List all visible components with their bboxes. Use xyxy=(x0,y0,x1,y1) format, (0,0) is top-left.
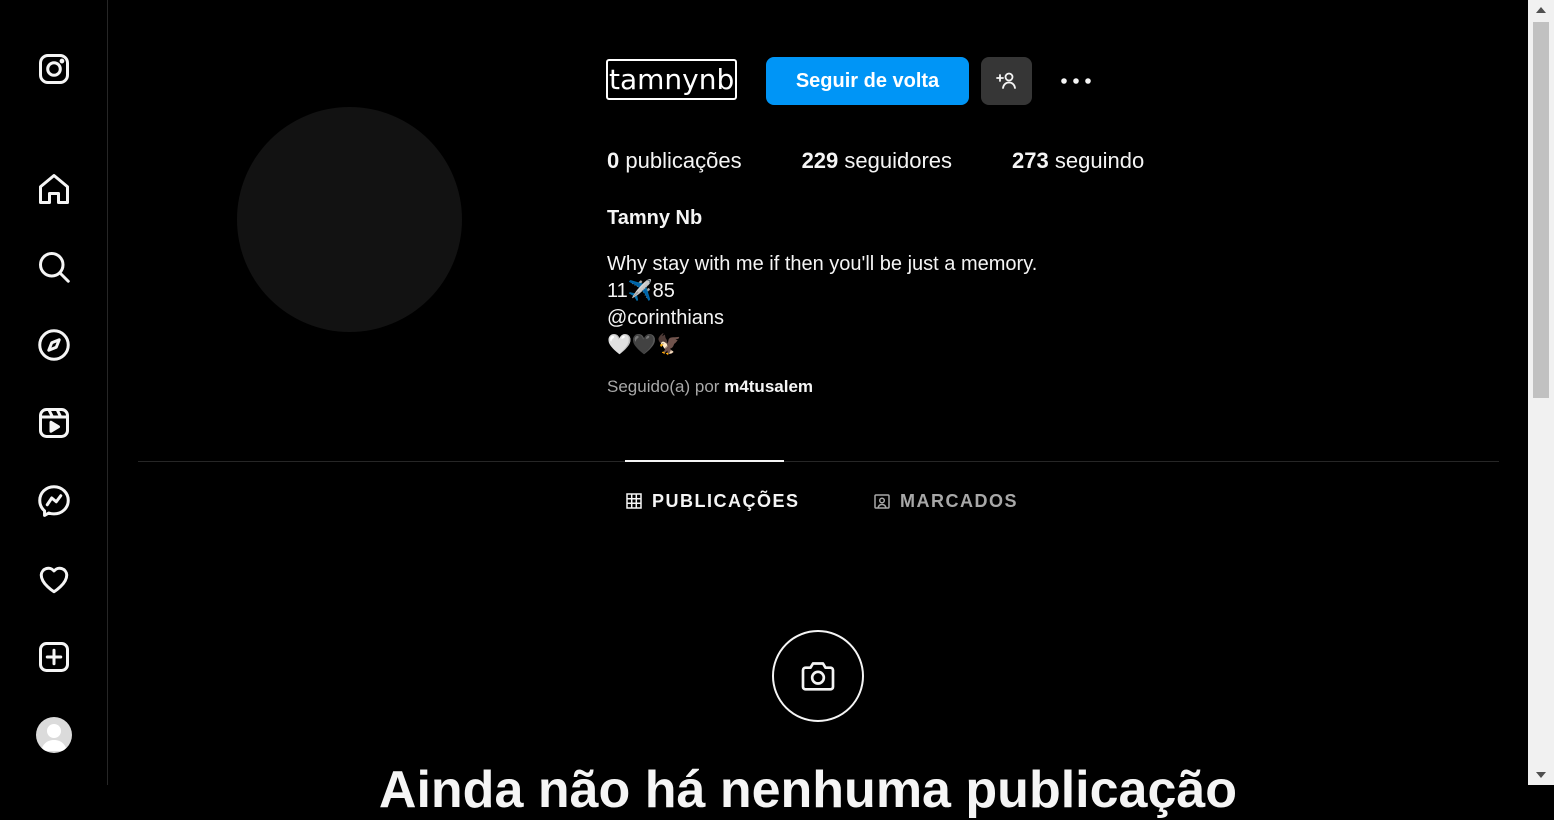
camera-icon xyxy=(801,662,835,691)
profile-username: tamnynb xyxy=(606,59,738,100)
suggest-users-button[interactable] xyxy=(981,57,1032,105)
profile-bio: Why stay with me if then you'll be just … xyxy=(607,251,1037,359)
home-icon[interactable] xyxy=(34,169,74,209)
follow-back-button[interactable]: Seguir de volta xyxy=(766,57,969,105)
followers-label: seguidores xyxy=(844,148,953,173)
tab-tagged-label: MARCADOS xyxy=(900,490,1018,511)
following-label: seguindo xyxy=(1054,148,1145,173)
more-dots-icon xyxy=(1061,78,1091,84)
tabs-divider xyxy=(138,461,1499,462)
tab-posts-label: PUBLICAÇÕES xyxy=(652,490,800,511)
empty-state-title: Ainda não há nenhuma publicação xyxy=(378,761,1238,819)
posts-count: 0 xyxy=(607,148,620,173)
active-tab-indicator xyxy=(625,460,784,462)
profile-picture[interactable] xyxy=(237,107,462,332)
bio-line: 11✈️85 xyxy=(607,280,675,302)
followed-by-text[interactable]: Seguido(a) por m4tusalem xyxy=(607,377,813,397)
bio-line: Why stay with me if then you'll be just … xyxy=(607,253,1038,275)
scroll-thumb[interactable] xyxy=(1533,22,1549,398)
following-count: 273 xyxy=(1012,148,1049,173)
page-scrollbar[interactable] xyxy=(1528,0,1554,785)
bio-line: 🤍🖤🦅 xyxy=(607,334,682,356)
profile-main: tamnynb Seguir de volta 0 publicações 22… xyxy=(108,0,1528,819)
scroll-up-arrow-icon[interactable] xyxy=(1536,7,1546,13)
search-icon[interactable] xyxy=(34,247,74,287)
following-stat[interactable]: 273 seguindo xyxy=(1012,148,1144,174)
tab-tagged[interactable]: MARCADOS xyxy=(874,488,1018,514)
followed-by-user: m4tusalem xyxy=(724,377,814,396)
tagged-user-icon xyxy=(874,494,890,509)
create-plus-icon[interactable] xyxy=(34,637,74,677)
sidebar-nav xyxy=(0,0,108,785)
followed-by-prefix: Seguido(a) por xyxy=(607,377,720,396)
explore-compass-icon[interactable] xyxy=(34,325,74,365)
scroll-down-arrow-icon[interactable] xyxy=(1536,772,1546,778)
reels-icon[interactable] xyxy=(34,403,74,443)
add-user-icon xyxy=(995,72,1016,89)
followers-stat[interactable]: 229 seguidores xyxy=(802,148,952,174)
more-options-button[interactable] xyxy=(1054,64,1098,98)
followers-count: 229 xyxy=(801,148,839,173)
empty-state-camera xyxy=(772,630,864,722)
grid-icon xyxy=(626,493,642,509)
instagram-logo-icon[interactable] xyxy=(34,49,74,89)
bio-mention-link[interactable]: @corinthians xyxy=(607,305,1037,332)
posts-label: publicações xyxy=(625,148,742,173)
profile-full-name: Tamny Nb xyxy=(607,207,703,229)
tab-posts[interactable]: PUBLICAÇÕES xyxy=(626,488,800,514)
notifications-heart-icon[interactable] xyxy=(34,559,74,599)
profile-avatar[interactable] xyxy=(36,717,72,753)
profile-stats: 0 publicações 229 seguidores 273 seguind… xyxy=(607,148,1204,174)
messenger-icon[interactable] xyxy=(34,481,74,521)
posts-stat: 0 publicações xyxy=(607,148,742,174)
